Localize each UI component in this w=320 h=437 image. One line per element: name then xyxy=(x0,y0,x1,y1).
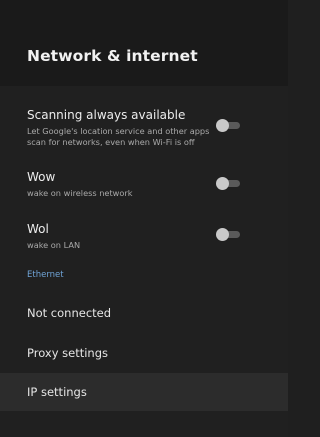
scanning-subtitle: Let Google's location service and other … xyxy=(27,126,210,147)
wow-toggle[interactable] xyxy=(216,177,240,190)
not-connected-label: Not connected xyxy=(27,306,112,320)
page-title: Network & internet xyxy=(27,47,198,65)
scanning-toggle[interactable] xyxy=(216,119,240,132)
ip-settings-item[interactable]: IP settings xyxy=(0,373,288,411)
wol-row[interactable]: Wol wake on LAN xyxy=(0,222,288,256)
toggle-thumb xyxy=(216,228,229,241)
wol-title: Wol xyxy=(27,222,49,236)
wol-toggle[interactable] xyxy=(216,228,240,241)
not-connected-item[interactable]: Not connected xyxy=(0,294,288,332)
proxy-settings-label: Proxy settings xyxy=(27,346,109,360)
ethernet-section-label: Ethernet xyxy=(27,270,64,280)
ip-settings-label: IP settings xyxy=(27,385,87,399)
wow-title: Wow xyxy=(27,170,56,184)
settings-panel: Network & internet Scanning always avail… xyxy=(0,0,288,437)
proxy-settings-item[interactable]: Proxy settings xyxy=(0,334,288,372)
wow-row[interactable]: Wow wake on wireless network xyxy=(0,170,288,204)
wol-subtitle: wake on LAN xyxy=(27,240,81,250)
scanning-title: Scanning always available xyxy=(27,108,186,122)
toggle-thumb xyxy=(216,119,229,132)
header: Network & internet xyxy=(0,0,288,86)
toggle-thumb xyxy=(216,177,229,190)
wow-subtitle: wake on wireless network xyxy=(27,188,133,198)
scanning-always-available-row[interactable]: Scanning always available Let Google's l… xyxy=(0,108,288,158)
